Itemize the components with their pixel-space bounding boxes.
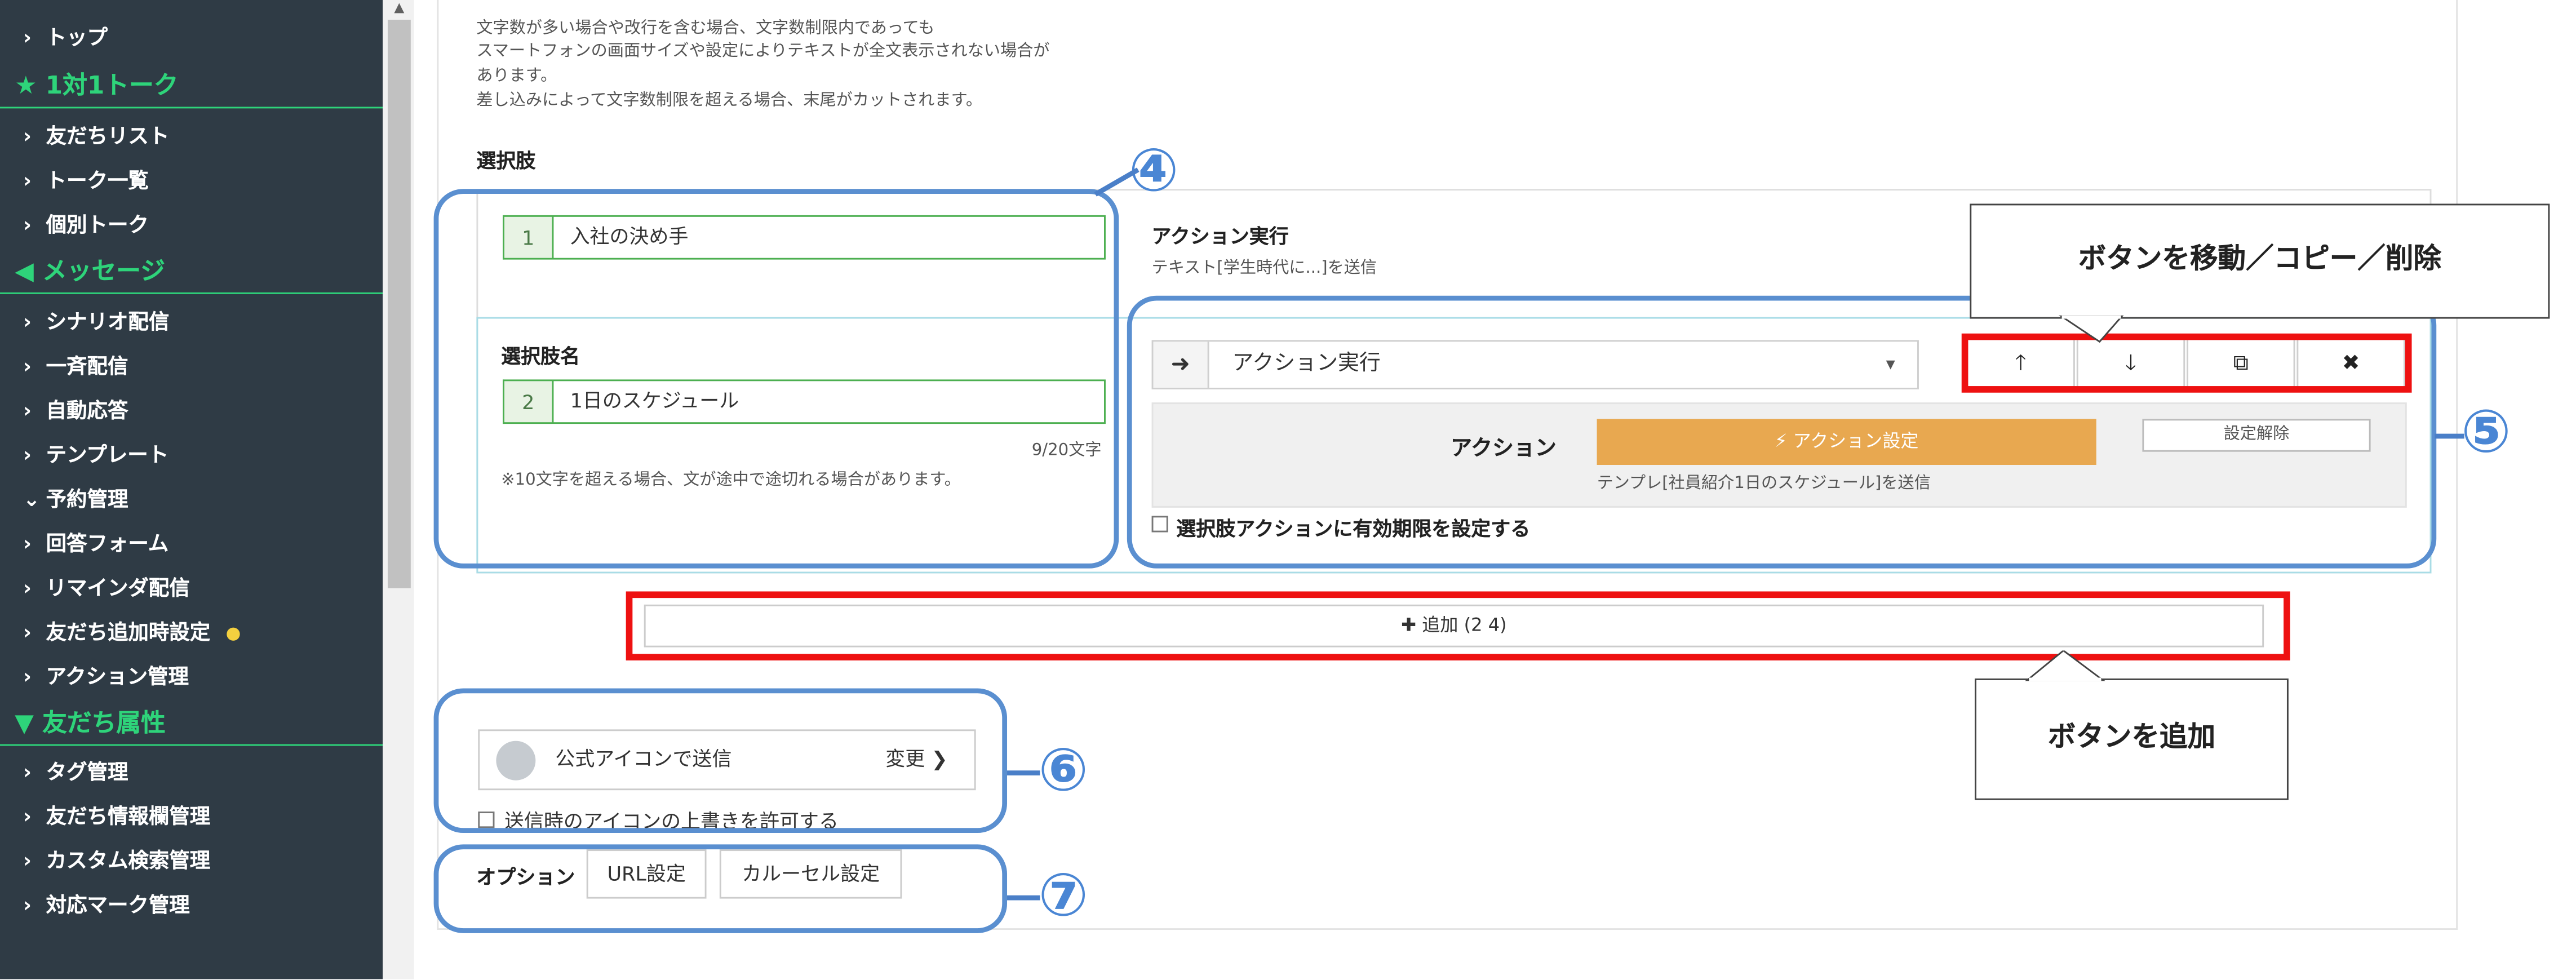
sidebar-item-friend-add-settings[interactable]: › 友だち追加時設定 <box>0 610 383 654</box>
scrollbar-thumb[interactable] <box>387 19 411 588</box>
annotation-5-connector <box>2435 433 2464 439</box>
megaphone-icon: ◀ <box>15 256 43 286</box>
sidebar-section-message[interactable]: ◀ メッセージ <box>0 248 383 294</box>
callout-move-copy-delete: ボタンを移動／コピー／削除 <box>1970 203 2550 319</box>
controls-highlight <box>1961 333 2412 393</box>
sidebar-item-auto-reply[interactable]: › 自動応答 <box>0 388 383 432</box>
chevron-down-icon: ⌄ <box>23 486 41 511</box>
sidebar-item-action-management[interactable]: › アクション管理 <box>0 654 383 698</box>
filter-icon: ▼ <box>15 708 43 738</box>
sidebar-item-tag-management[interactable]: › タグ管理 <box>0 749 383 793</box>
chevron-right-icon: › <box>23 167 32 193</box>
notification-dot <box>227 627 240 640</box>
sidebar-section-label: 1対1トーク <box>45 70 179 100</box>
sidebar: › トップ ★ 1対1トーク › 友だちリスト › トーク一覧 › 個別トーク ◀ メッ… <box>0 0 383 979</box>
sidebar-item-label: シナリオ配信 <box>46 309 170 334</box>
notice-line-1: 文字数が多い場合や改行を含む場合、文字数制限内であっても <box>476 19 935 38</box>
choices-heading: 選択肢 <box>476 149 536 173</box>
chevron-right-icon: › <box>23 803 32 828</box>
sidebar-item-friend-list[interactable]: › 友だちリスト <box>0 113 383 158</box>
callout-move-pointer <box>2059 315 2124 343</box>
sidebar-item-response-mark[interactable]: › 対応マーク管理 <box>0 882 383 926</box>
chevron-right-icon: › <box>23 397 32 423</box>
sidebar-section-one-to-one[interactable]: ★ 1対1トーク <box>0 63 383 109</box>
sidebar-item-label: 友だちリスト <box>46 123 170 148</box>
sidebar-item-label: テンプレート <box>46 442 169 467</box>
sidebar-item-label: 一斉配信 <box>46 353 128 378</box>
sidebar-item-custom-search[interactable]: › カスタム検索管理 <box>0 838 383 883</box>
annotation-7-connector <box>1007 895 1040 901</box>
sidebar-item-top[interactable]: › トップ <box>0 15 383 59</box>
sidebar-item-label: 個別トーク <box>46 212 149 237</box>
annotation-7-number: ⑦ <box>1038 862 1089 930</box>
callout-add-pointer <box>2025 650 2105 681</box>
chevron-right-icon: › <box>23 309 32 334</box>
star-icon: ★ <box>15 70 46 100</box>
sidebar-item-broadcast[interactable]: › 一斉配信 <box>0 343 383 388</box>
chevron-right-icon: › <box>23 619 32 644</box>
sidebar-item-reservation[interactable]: ⌄ 予約管理 <box>0 476 383 521</box>
sidebar-item-label: トーク一覧 <box>46 167 149 193</box>
chevron-right-icon: › <box>23 575 32 600</box>
chevron-right-icon: › <box>23 442 32 467</box>
sidebar-section-label: メッセージ <box>42 256 165 286</box>
sidebar-item-individual-talk[interactable]: › 個別トーク <box>0 202 383 247</box>
chevron-right-icon: › <box>23 353 32 378</box>
sidebar-section-label: 友だち属性 <box>42 708 166 738</box>
chevron-right-icon: › <box>23 212 32 237</box>
sidebar-item-label: 対応マーク管理 <box>46 892 190 917</box>
sidebar-item-label: 予約管理 <box>46 486 128 511</box>
sidebar-item-label: アクション管理 <box>46 663 189 689</box>
sidebar-item-friend-info[interactable]: › 友だち情報欄管理 <box>0 793 383 838</box>
annotation-6-connector <box>1007 770 1040 775</box>
chevron-right-icon: › <box>23 759 32 784</box>
scroll-up-arrow-icon[interactable]: ▲ <box>388 0 411 16</box>
choice-1-action-title: アクション実行 <box>1151 225 1289 249</box>
notice-line-2: スマートフォンの画面サイズや設定によりテキストが全文表示されない場合が <box>476 42 1050 61</box>
choice-1-action-desc: テキスト[学生時代に...]を送信 <box>1151 259 1377 278</box>
chevron-right-icon: › <box>23 24 32 50</box>
sidebar-item-label: リマインダ配信 <box>46 575 190 600</box>
callout-add-button: ボタンを追加 <box>1975 678 2289 800</box>
sidebar-item-scenario[interactable]: › シナリオ配信 <box>0 299 383 344</box>
chevron-right-icon: › <box>23 123 32 148</box>
sidebar-item-label: トップ <box>46 24 108 50</box>
annotation-7-outline <box>433 844 1008 933</box>
sidebar-section-friend-attributes[interactable]: ▼ 友だち属性 <box>0 700 383 746</box>
chevron-right-icon: › <box>23 892 32 917</box>
sidebar-item-label: 友だち情報欄管理 <box>46 803 211 828</box>
sidebar-item-template[interactable]: › テンプレート <box>0 432 383 477</box>
sidebar-item-reminder[interactable]: › リマインダ配信 <box>0 565 383 610</box>
sidebar-item-label: 友だち追加時設定 <box>46 619 211 644</box>
sidebar-item-label: 自動応答 <box>46 397 128 423</box>
chevron-right-icon: › <box>23 663 32 689</box>
chevron-right-icon: › <box>23 530 32 556</box>
chevron-right-icon: › <box>23 848 32 872</box>
annotation-4-outline <box>433 189 1119 569</box>
notice-line-3: あります。 <box>476 67 557 86</box>
annotation-6-outline <box>433 688 1008 833</box>
annotation-6-number: ⑥ <box>1038 737 1089 805</box>
sidebar-item-label: 回答フォーム <box>46 530 169 556</box>
notice-line-4: 差し込みによって文字数制限を超える場合、末尾がカットされます。 <box>476 92 983 110</box>
sidebar-item-answer-form[interactable]: › 回答フォーム <box>0 521 383 565</box>
annotation-5-number: ⑤ <box>2460 399 2511 467</box>
sidebar-item-label: カスタム検索管理 <box>46 848 211 872</box>
sidebar-item-talk-list[interactable]: › トーク一覧 <box>0 158 383 202</box>
sidebar-item-label: タグ管理 <box>46 759 128 784</box>
